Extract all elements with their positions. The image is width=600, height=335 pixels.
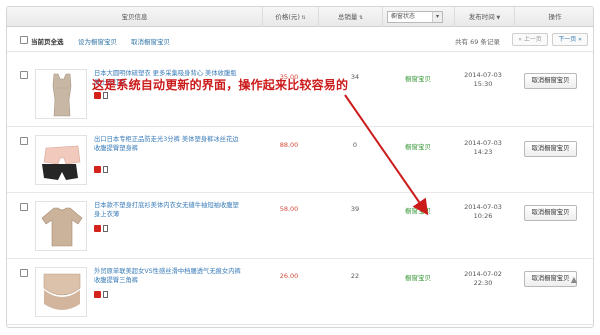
sort-desc-icon: ▼	[494, 15, 501, 21]
publish-date: 2014-07-03 15:30	[459, 71, 507, 89]
set-showcase-link[interactable]: 设为橱窗宝贝	[78, 36, 117, 46]
sort-icon: ⇅	[299, 15, 306, 21]
publish-date-day: 2014-07-03	[464, 203, 502, 211]
col-price-label: 价格(元)	[275, 13, 300, 21]
bulk-toolbar: 当前页全选 设为橱窗宝贝 取消橱窗宝贝 共有 69 条记录 « 上一页 下一页 …	[7, 28, 593, 52]
record-count: 共有 69 条记录	[455, 38, 500, 46]
publish-date-day: 2014-07-03	[464, 71, 502, 79]
item-sales: 22	[350, 272, 360, 280]
row-checkbox[interactable]	[20, 269, 28, 277]
status-filter-value: 橱窗状态	[391, 13, 416, 20]
publish-date-day: 2014-07-03	[464, 139, 502, 147]
col-price-header[interactable]: 价格(元) ⇅	[262, 7, 318, 27]
row-checkbox[interactable]	[20, 71, 28, 79]
item-price: 88.00	[279, 141, 299, 149]
col-sales-header[interactable]: 总销量 ⇅	[318, 7, 382, 27]
cancel-showcase-button[interactable]: 取消橱窗宝贝	[524, 205, 577, 221]
shorts-image	[36, 136, 86, 184]
item-management-panel: 宝贝信息 价格(元) ⇅ 总销量 ⇅ 橱窗状态 ▾ 发布时间 ▼ 操作 当前页全…	[6, 6, 594, 328]
row-checkbox[interactable]	[20, 137, 28, 145]
cancel-showcase-button[interactable]: 取消橱窗宝贝	[524, 73, 577, 89]
item-price: 26.00	[279, 272, 299, 280]
status-filter-select[interactable]: 橱窗状态 ▾	[387, 11, 443, 23]
col-action-header: 操作	[514, 7, 593, 27]
sort-icon: ⇅	[357, 15, 364, 21]
publish-date-time: 14:23	[473, 148, 493, 156]
phone-icon	[103, 224, 108, 232]
table-row: 日本大圆明体硫塑衣 更多采集吸身背心 美体收腹瓶 身上衣打底 35.00 34 …	[7, 61, 593, 127]
next-page-button[interactable]: 下一页 »	[552, 33, 588, 46]
showcase-status: 橱窗宝贝	[405, 274, 431, 282]
cancel-showcase-button[interactable]: 取消橱窗宝贝	[524, 141, 577, 157]
annotation-text: 这是系统自动更新的界面，操作起来比较容易的	[92, 78, 349, 92]
bodysuit-image	[36, 70, 86, 118]
prev-page-button[interactable]: « 上一页	[512, 33, 548, 46]
col-sales-label: 总销量	[337, 13, 358, 21]
product-title-link[interactable]: 日本款不塑身打底衫美体内衣女无缝牛袖短袖收腹塑身上衣薄	[94, 201, 244, 219]
publish-date: 2014-07-03 10:26	[459, 203, 507, 221]
select-all-checkbox[interactable]	[20, 36, 28, 44]
product-thumbnail[interactable]	[35, 267, 87, 317]
promo-badge-icon	[94, 290, 101, 298]
publish-date-day: 2014-07-02	[464, 270, 502, 278]
product-badges	[94, 224, 108, 232]
product-badges	[94, 290, 108, 298]
row-checkbox[interactable]	[20, 203, 28, 211]
product-thumbnail[interactable]	[35, 69, 87, 119]
item-price: 58.00	[279, 205, 299, 213]
select-all-label[interactable]: 当前页全选	[31, 36, 64, 46]
showcase-status: 橱窗宝贝	[405, 207, 431, 215]
promo-badge-icon	[94, 224, 101, 232]
phone-icon	[103, 290, 108, 298]
col-product-header: 宝贝信息	[121, 13, 148, 21]
product-thumbnail[interactable]	[35, 201, 87, 251]
product-thumbnail[interactable]	[35, 135, 87, 185]
scroll-up-icon[interactable]: ▲	[567, 275, 581, 289]
item-sales: 0	[352, 141, 358, 149]
col-time-header[interactable]: 发布时间 ▼	[454, 7, 514, 27]
showcase-status: 橱窗宝贝	[405, 75, 431, 83]
table-row: 出口日本专柜正品防走光3分裤 美体塑身裤冰丝花边收腹提臀塑身裤 88.00 0 …	[7, 127, 593, 193]
publish-date: 2014-07-02 22:30	[459, 270, 507, 288]
product-badges	[94, 165, 108, 173]
phone-icon	[103, 165, 108, 173]
table-row: 外贸原单联美超女VS性感丝滑中档腰透气无痕女内裤收腹提臀三角裤 26.00 22…	[7, 259, 593, 325]
publish-date: 2014-07-03 14:23	[459, 139, 507, 157]
publish-date-time: 15:30	[473, 80, 493, 88]
col-time-label: 发布时间	[468, 13, 495, 21]
publish-date-time: 22:30	[473, 279, 493, 287]
promo-badge-icon	[94, 165, 101, 173]
publish-date-time: 10:26	[473, 212, 493, 220]
table-header: 宝贝信息 价格(元) ⇅ 总销量 ⇅ 橱窗状态 ▾ 发布时间 ▼ 操作	[7, 7, 593, 27]
item-sales: 39	[350, 205, 360, 213]
underwear-image	[36, 268, 86, 316]
cancel-showcase-link[interactable]: 取消橱窗宝贝	[131, 36, 170, 46]
table-row: 日本款不塑身打底衫美体内衣女无缝牛袖短袖收腹塑身上衣薄 58.00 39 橱窗宝…	[7, 193, 593, 259]
showcase-status: 橱窗宝贝	[405, 143, 431, 151]
product-title-link[interactable]: 出口日本专柜正品防走光3分裤 美体塑身裤冰丝花边收腹提臀塑身裤	[94, 135, 244, 153]
product-title-link[interactable]: 外贸原单联美超女VS性感丝滑中档腰透气无痕女内裤收腹提臀三角裤	[94, 267, 244, 285]
chevron-down-icon: ▾	[432, 12, 442, 22]
top-image	[36, 202, 86, 250]
